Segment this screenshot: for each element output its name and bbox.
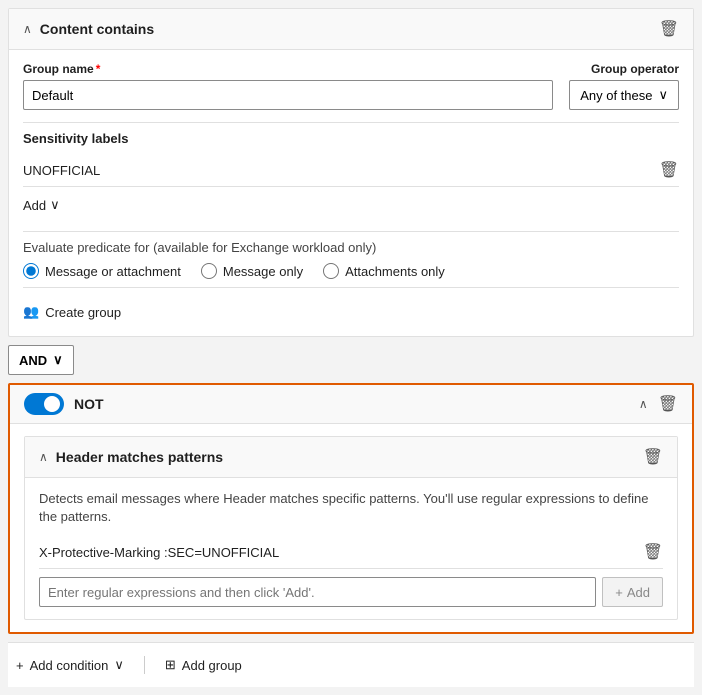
add-group-icon: ⊞ [165, 657, 176, 673]
delete-pattern-icon[interactable]: 🗑 [643, 542, 663, 562]
group-operator-dropdown[interactable]: Any of these ∨ [569, 80, 679, 110]
radio-msg-or-attach[interactable]: Message or attachment [23, 263, 181, 279]
chevron-down-icon: ∨ [658, 87, 668, 103]
content-contains-body: Group name* Group operator Any of these … [9, 50, 693, 336]
sensitivity-labels-title: Sensitivity labels [23, 131, 679, 146]
pattern-value: X-Protective-Marking :SEC=UNOFFICIAL [39, 545, 279, 560]
create-group-button[interactable]: 👥 Create group [23, 296, 121, 324]
delete-not-section-icon[interactable]: 🗑 [658, 394, 678, 414]
group-operator-value: Any of these [580, 88, 652, 103]
header-matches-title: Header matches patterns [56, 449, 223, 465]
radio-msg-or-attach-input[interactable] [23, 263, 39, 279]
group-name-label: Group name* [23, 62, 553, 76]
pattern-row: X-Protective-Marking :SEC=UNOFFICIAL 🗑 [39, 536, 663, 569]
group-name-section: Group name* [23, 62, 553, 110]
header-matches-card: ∧ Header matches patterns 🗑 Detects emai… [24, 436, 678, 620]
inner-collapse-icon[interactable]: ∧ [39, 450, 48, 464]
people-icon: 👥 [23, 304, 39, 320]
radio-msg-only-input[interactable] [201, 263, 217, 279]
group-name-row: Group name* Group operator Any of these … [23, 62, 679, 110]
and-operator-row: AND ∨ [8, 345, 694, 375]
group-name-input[interactable] [23, 80, 553, 110]
and-operator-label: AND [19, 353, 47, 368]
group-operator-section: Group operator Any of these ∨ [569, 62, 679, 110]
add-condition-button[interactable]: + Add condition ∨ [16, 653, 124, 677]
evaluate-label: Evaluate predicate for (available for Ex… [23, 240, 679, 255]
inner-header-left: ∧ Header matches patterns [39, 449, 223, 465]
header-left: ∧ Content contains [23, 21, 154, 37]
and-operator-dropdown[interactable]: AND ∨ [8, 345, 74, 375]
add-label-button[interactable]: Add ∨ [23, 191, 60, 219]
divider-3 [23, 287, 679, 288]
content-contains-header: ∧ Content contains 🗑 [9, 9, 693, 50]
radio-attach-only[interactable]: Attachments only [323, 263, 445, 279]
not-header-right: ∧ 🗑 [639, 394, 678, 414]
add-chevron-down-icon: ∨ [50, 197, 60, 213]
divider-2 [23, 231, 679, 232]
content-contains-title: Content contains [40, 21, 154, 37]
toolbar-divider [144, 656, 145, 674]
and-chevron-down-icon: ∨ [53, 352, 63, 368]
delete-header-matches-icon[interactable]: 🗑 [643, 447, 663, 467]
collapse-icon[interactable]: ∧ [23, 22, 32, 36]
unofficial-label-text: UNOFFICIAL [23, 163, 100, 178]
radio-group: Message or attachment Message only Attac… [23, 263, 679, 279]
bottom-toolbar: + Add condition ∨ ⊞ Add group [8, 642, 694, 687]
add-label-text: Add [23, 198, 46, 213]
group-operator-label: Group operator [591, 62, 679, 76]
delete-content-contains-icon[interactable]: 🗑 [659, 19, 679, 39]
divider-1 [23, 122, 679, 123]
radio-attach-only-input[interactable] [323, 263, 339, 279]
add-condition-plus-icon: + [16, 658, 24, 673]
not-collapse-icon[interactable]: ∧ [639, 397, 648, 411]
radio-msg-only[interactable]: Message only [201, 263, 303, 279]
create-group-label: Create group [45, 305, 121, 320]
not-header: NOT ∧ 🗑 [10, 385, 692, 424]
add-condition-chevron-icon: ∨ [114, 657, 124, 673]
not-header-left: NOT [24, 393, 104, 415]
radio-attach-only-label: Attachments only [345, 264, 445, 279]
regex-input[interactable] [39, 577, 596, 607]
radio-msg-or-attach-label: Message or attachment [45, 264, 181, 279]
add-condition-label: Add condition [30, 658, 109, 673]
content-contains-card: ∧ Content contains 🗑 Group name* Group o… [8, 8, 694, 337]
not-toggle[interactable] [24, 393, 64, 415]
header-matches-description: Detects email messages where Header matc… [39, 490, 663, 526]
add-group-label: Add group [182, 658, 242, 673]
evaluate-section: Evaluate predicate for (available for Ex… [23, 240, 679, 279]
toggle-slider [24, 393, 64, 415]
radio-msg-only-label: Message only [223, 264, 303, 279]
delete-unofficial-icon[interactable]: 🗑 [659, 160, 679, 180]
not-section: NOT ∧ 🗑 ∧ Header matches patterns 🗑 Dete… [8, 383, 694, 634]
add-regex-label: Add [627, 585, 650, 600]
header-matches-body: Detects email messages where Header matc… [25, 478, 677, 619]
add-group-button[interactable]: ⊞ Add group [165, 653, 242, 677]
header-matches-header: ∧ Header matches patterns 🗑 [25, 437, 677, 478]
not-label: NOT [74, 396, 104, 412]
add-regex-button[interactable]: + Add [602, 577, 663, 607]
unofficial-label-row: UNOFFICIAL 🗑 [23, 154, 679, 187]
regex-input-row: + Add [39, 577, 663, 607]
add-regex-plus-icon: + [615, 585, 623, 600]
